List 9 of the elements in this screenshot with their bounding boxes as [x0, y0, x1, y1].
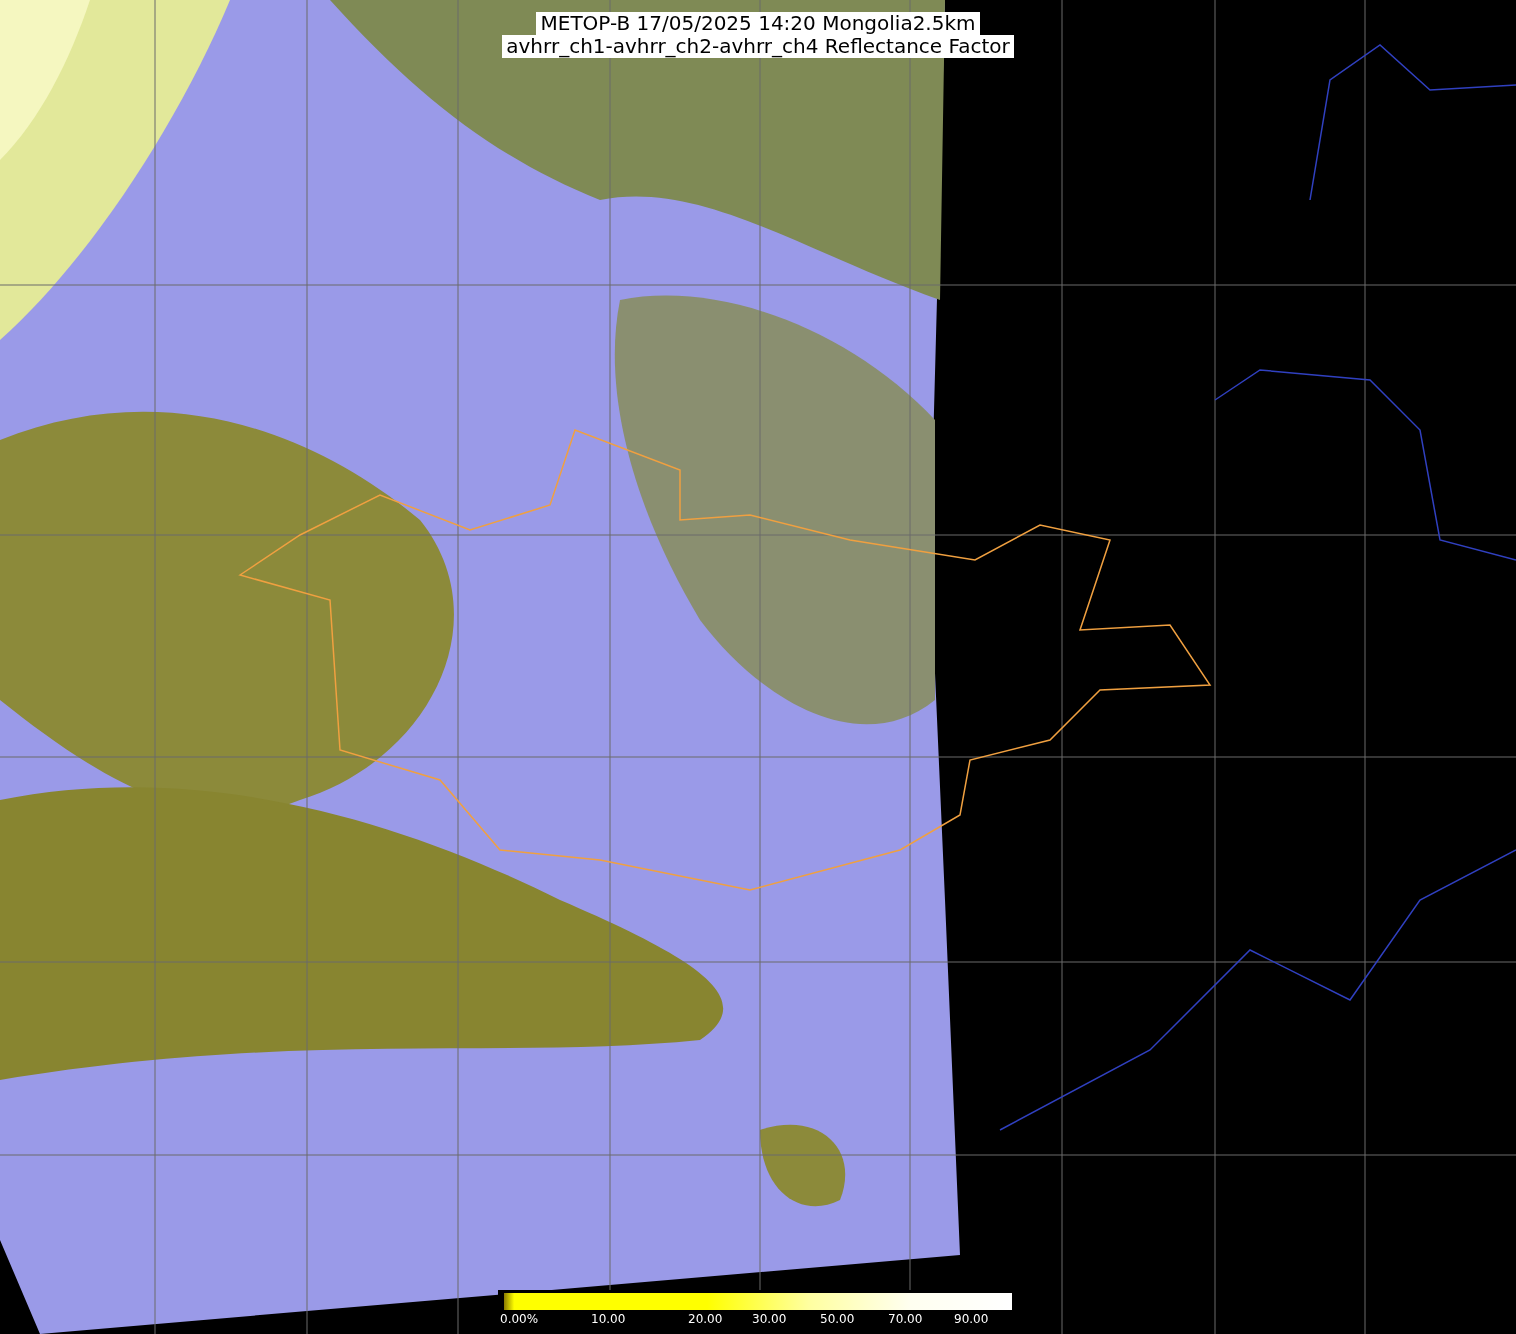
- scale-label: 20.00: [688, 1312, 723, 1326]
- scale-label: 30.00: [752, 1312, 787, 1326]
- scale-label: 50.00: [820, 1312, 855, 1326]
- map-title: METOP-B 17/05/2025 14:20 Mongolia2.5km: [536, 12, 980, 35]
- scale-label: 90.00: [954, 1312, 989, 1326]
- scale-label: 10.00: [591, 1312, 626, 1326]
- scale-label: 70.00: [888, 1312, 923, 1326]
- scale-label: 0.00%: [500, 1312, 539, 1326]
- map-title: avhrr_ch1-avhrr_ch2-avhrr_ch4 Reflectance Factor: [502, 35, 1014, 58]
